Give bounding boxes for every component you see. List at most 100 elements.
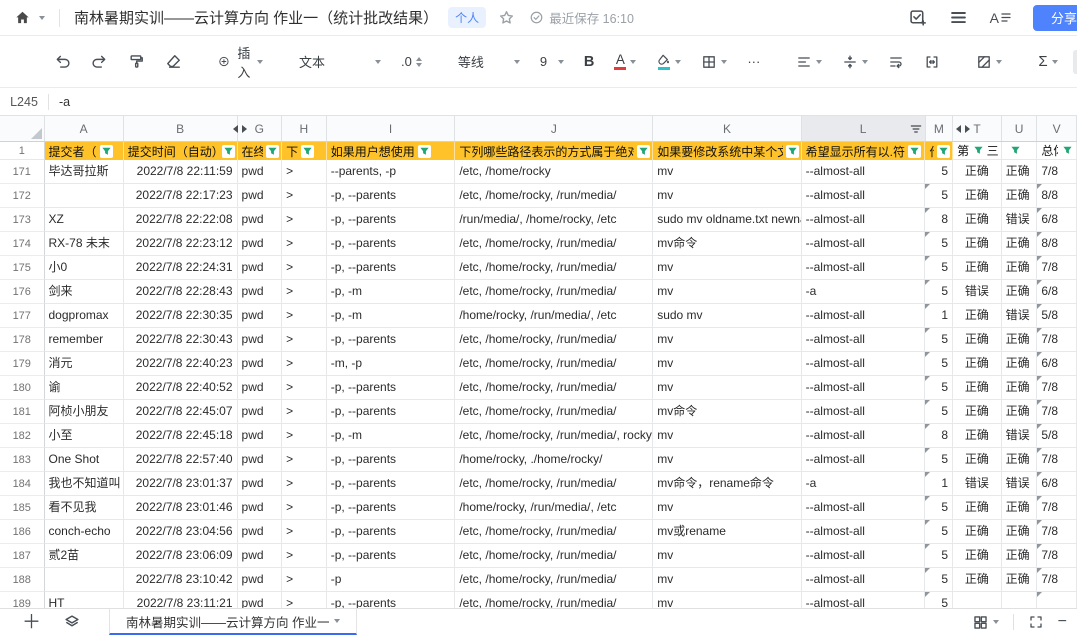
cell-A173[interactable]: XZ: [45, 208, 124, 232]
cell-J181[interactable]: /etc, /home/rocky, /run/media/: [455, 400, 653, 424]
cell-B172[interactable]: 2022/7/8 22:17:23: [124, 184, 238, 208]
share-button[interactable]: 分享: [1033, 5, 1077, 31]
cell-K173[interactable]: sudo mv oldname.txt newna: [653, 208, 801, 232]
row-number[interactable]: 188: [0, 568, 45, 592]
row-number[interactable]: 171: [0, 160, 45, 184]
cell-K189[interactable]: mv: [653, 592, 801, 608]
cell-T179[interactable]: 正确: [953, 352, 1002, 376]
add-sheet-button[interactable]: ＋: [22, 613, 41, 632]
cell-H178[interactable]: >: [282, 328, 327, 352]
cell-A183[interactable]: One Shot: [45, 448, 124, 472]
cell-V182[interactable]: 5/8: [1037, 424, 1077, 448]
cell-L187[interactable]: --almost-all: [802, 544, 926, 568]
cell-K185[interactable]: mv: [653, 496, 801, 520]
cell-I172[interactable]: -p, --parents: [327, 184, 456, 208]
cell-H184[interactable]: >: [282, 472, 327, 496]
cell-U174[interactable]: 正确: [1002, 232, 1038, 256]
font-family-select[interactable]: 等线: [453, 48, 525, 75]
column-letter-K[interactable]: K: [653, 116, 801, 141]
cell-H182[interactable]: >: [282, 424, 327, 448]
cell-I188[interactable]: -p: [327, 568, 456, 592]
header-cell[interactable]: 如果用户想使用: [327, 142, 456, 160]
cell-J187[interactable]: /etc, /home/rocky, /run/media/: [455, 544, 653, 568]
cell-J182[interactable]: /etc, /home/rocky, /run/media/, rocky/: [455, 424, 653, 448]
cell-K176[interactable]: mv: [653, 280, 801, 304]
cell-I181[interactable]: -p, --parents: [327, 400, 456, 424]
grid-view-button[interactable]: [972, 614, 999, 631]
filter-button[interactable]: [1073, 50, 1077, 74]
zoom-out-button[interactable]: −: [1058, 613, 1067, 631]
redo-button[interactable]: [86, 49, 113, 74]
cell-J174[interactable]: /etc, /home/rocky, /run/media/: [455, 232, 653, 256]
column-letter-L[interactable]: L: [802, 116, 926, 141]
cell-L175[interactable]: --almost-all: [802, 256, 926, 280]
cell-G183[interactable]: pwd: [238, 448, 283, 472]
cell-G189[interactable]: pwd: [238, 592, 283, 608]
cell-name-box[interactable]: L245: [0, 95, 48, 109]
cell-J188[interactable]: /etc, /home/rocky, /run/media/: [455, 568, 653, 592]
header-cell[interactable]: 在终: [238, 142, 283, 160]
hidden-columns-marker-icon[interactable]: [233, 125, 238, 133]
cell-M179[interactable]: 5: [925, 352, 953, 376]
cell-I178[interactable]: -p, --parents: [327, 328, 456, 352]
cell-L184[interactable]: -a: [802, 472, 926, 496]
header-cell[interactable]: 第七三: [953, 142, 1002, 160]
star-button[interactable]: [486, 9, 515, 26]
cell-I186[interactable]: -p, --parents: [327, 520, 456, 544]
cell-B176[interactable]: 2022/7/8 22:28:43: [124, 280, 238, 304]
cell-K174[interactable]: mv命令: [653, 232, 801, 256]
cell-A176[interactable]: 剑来: [45, 280, 124, 304]
cell-K172[interactable]: mv: [653, 184, 801, 208]
cell-V171[interactable]: 7/8: [1037, 160, 1077, 184]
menu-icon[interactable]: [949, 8, 968, 27]
cell-L176[interactable]: -a: [802, 280, 926, 304]
merge-cells-icon[interactable]: [919, 50, 945, 74]
font-size-select[interactable]: 9: [535, 50, 569, 73]
cell-U181[interactable]: 正确: [1002, 400, 1038, 424]
cell-K181[interactable]: mv命令: [653, 400, 801, 424]
cell-J185[interactable]: /home/rocky, /run/media/, /etc: [455, 496, 653, 520]
cell-L185[interactable]: --almost-all: [802, 496, 926, 520]
filter-funnel-icon[interactable]: [908, 145, 921, 158]
cell-H171[interactable]: >: [282, 160, 327, 184]
cell-H183[interactable]: >: [282, 448, 327, 472]
cell-G187[interactable]: pwd: [238, 544, 283, 568]
cell-J179[interactable]: /etc, /home/rocky, /run/media/: [455, 352, 653, 376]
cell-V180[interactable]: 7/8: [1037, 376, 1077, 400]
font-color-button[interactable]: A: [609, 49, 641, 75]
cell-I177[interactable]: -p, -m: [327, 304, 456, 328]
column-letter-V[interactable]: V: [1037, 116, 1077, 141]
hidden-columns-marker-icon[interactable]: [242, 125, 247, 133]
cell-L181[interactable]: --almost-all: [802, 400, 926, 424]
header-cell[interactable]: 下列哪些路径表示的方式属于绝对路: [455, 142, 653, 160]
cell-M174[interactable]: 5: [925, 232, 953, 256]
hidden-columns-marker-icon[interactable]: [965, 125, 970, 133]
cell-M176[interactable]: 5: [925, 280, 953, 304]
cell-L172[interactable]: --almost-all: [802, 184, 926, 208]
cell-I183[interactable]: -p, --parents: [327, 448, 456, 472]
cell-V175[interactable]: 7/8: [1037, 256, 1077, 280]
cell-U184[interactable]: 错误: [1002, 472, 1038, 496]
cell-T180[interactable]: 正确: [953, 376, 1002, 400]
cell-H179[interactable]: >: [282, 352, 327, 376]
cell-M183[interactable]: 5: [925, 448, 953, 472]
document-title[interactable]: 南林暑期实训——云计算方向 作业一（统计批改结果）: [74, 7, 438, 28]
row-number[interactable]: 173: [0, 208, 45, 232]
cell-H186[interactable]: >: [282, 520, 327, 544]
cell-V183[interactable]: 7/8: [1037, 448, 1077, 472]
row-number[interactable]: 180: [0, 376, 45, 400]
cell-I184[interactable]: -p, --parents: [327, 472, 456, 496]
cell-T172[interactable]: 正确: [953, 184, 1002, 208]
cell-T185[interactable]: 正确: [953, 496, 1002, 520]
cell-G175[interactable]: pwd: [238, 256, 283, 280]
cell-H172[interactable]: >: [282, 184, 327, 208]
borders-button[interactable]: [696, 50, 732, 74]
cell-M172[interactable]: 5: [925, 184, 953, 208]
cell-L188[interactable]: --almost-all: [802, 568, 926, 592]
cell-J172[interactable]: /etc, /home/rocky, /run/media/: [455, 184, 653, 208]
column-letter-B[interactable]: B: [124, 116, 238, 141]
cell-H173[interactable]: >: [282, 208, 327, 232]
cell-T177[interactable]: 正确: [953, 304, 1002, 328]
wrap-text-icon[interactable]: [883, 50, 909, 74]
header-cell[interactable]: 希望显示所有以.符: [802, 142, 926, 160]
